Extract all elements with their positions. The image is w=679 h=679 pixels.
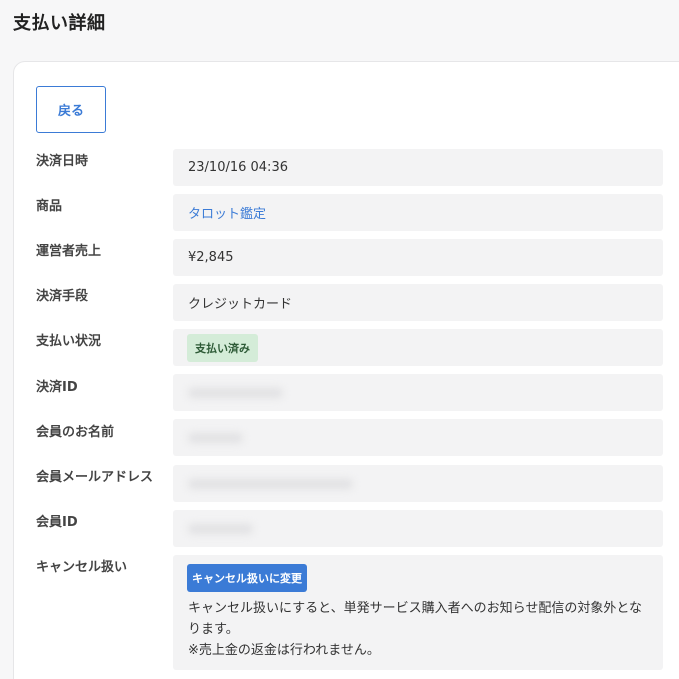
redacted-member-email (188, 478, 353, 489)
cancel-note: キャンセル扱いにすると、単発サービス購入者へのお知らせ配信の対象外となります。 … (188, 598, 653, 661)
label-payment-status: 支払い状況 (36, 334, 102, 349)
product-link[interactable]: タロット鑑定 (188, 203, 266, 222)
label-member-email: 会員メールアドレス (36, 470, 154, 485)
payment-datetime-text: 23/10/16 04:36 (188, 160, 288, 175)
label-payment-method: 決済手段 (36, 289, 89, 304)
operator-sales-text: ¥2,845 (188, 250, 234, 265)
back-button[interactable]: 戻る (36, 86, 106, 133)
value-payment-status: 支払い済み (173, 329, 663, 366)
page-title: 支払い詳細 (13, 13, 106, 34)
label-cancel-treatment: キャンセル扱い (36, 560, 128, 575)
value-operator-sales: ¥2,845 (173, 239, 663, 276)
value-member-email (173, 465, 663, 502)
label-payment-id: 決済ID (36, 380, 78, 395)
value-member-name (173, 419, 663, 456)
label-member-id: 会員ID (36, 515, 78, 530)
cancel-section: キャンセル扱いに変更 キャンセル扱いにすると、単発サービス購入者へのお知らせ配信… (173, 555, 663, 670)
label-member-name: 会員のお名前 (36, 425, 115, 440)
cancel-note-line1: キャンセル扱いにすると、単発サービス購入者へのお知らせ配信の対象外となります。 (188, 601, 642, 637)
status-badge: 支払い済み (187, 333, 258, 362)
payment-method-text: クレジットカード (188, 297, 293, 312)
value-product: タロット鑑定 (173, 194, 663, 231)
redacted-member-name (188, 432, 243, 443)
redacted-member-id (188, 523, 253, 534)
label-payment-datetime: 決済日時 (36, 154, 89, 169)
redacted-payment-id (188, 387, 283, 398)
cancel-note-line2: ※売上金の返金は行われません。 (188, 643, 380, 658)
change-to-cancel-button[interactable]: キャンセル扱いに変更 (187, 564, 307, 592)
label-operator-sales: 運営者売上 (36, 244, 102, 259)
value-payment-id (173, 374, 663, 411)
value-member-id (173, 510, 663, 547)
value-payment-datetime: 23/10/16 04:36 (173, 149, 663, 186)
value-payment-method: クレジットカード (173, 284, 663, 321)
label-product: 商品 (36, 199, 63, 214)
